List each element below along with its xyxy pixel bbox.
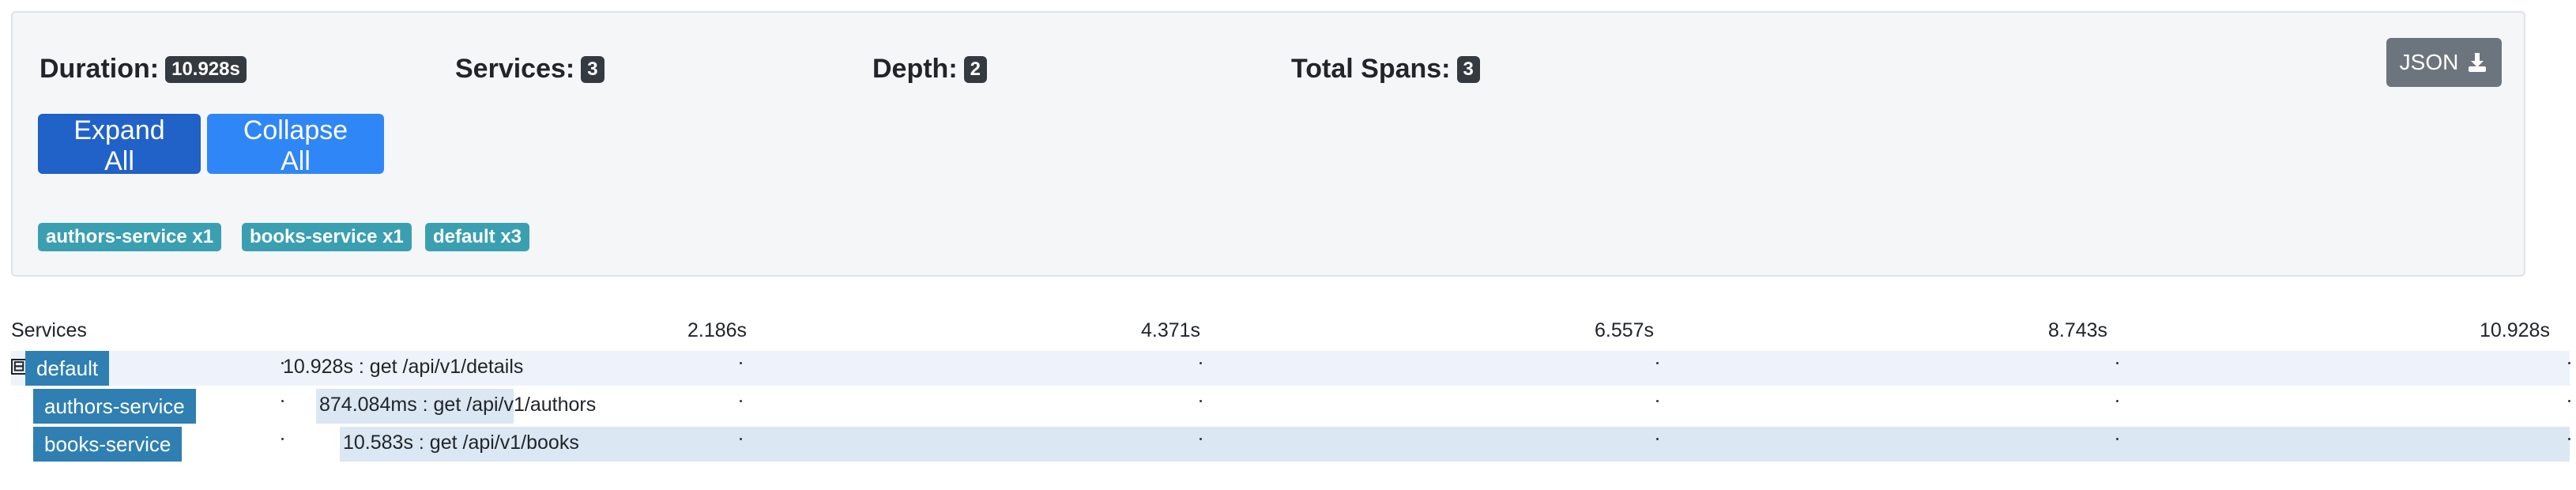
depth-label: Depth: <box>872 54 958 84</box>
tick-label: 2.186s <box>687 319 748 341</box>
json-download-button[interactable]: JSON <box>2386 38 2502 87</box>
total-spans-value: 3 <box>1456 55 1480 83</box>
tick-dot <box>281 400 284 402</box>
duration-stat: Duration: 10.928s <box>40 54 247 85</box>
tick-dot <box>740 438 742 440</box>
span-label[interactable]: 10.583s : get /api/v1/books <box>343 432 579 454</box>
services-label: Services: <box>455 54 575 84</box>
tick-dot <box>281 438 284 440</box>
tick-dot <box>2116 400 2118 402</box>
tick-dot <box>1199 400 1202 402</box>
tick-dot <box>740 362 742 364</box>
service-badge-default: default <box>25 351 110 386</box>
tick-dot <box>1199 362 1202 364</box>
tick-label: 8.743s <box>2048 319 2108 341</box>
depth-value: 2 <box>963 55 988 83</box>
service-tag-default: default x3 <box>425 223 530 251</box>
expand-all-button[interactable]: Expand All <box>38 114 201 176</box>
service-badge-authors-service: authors-service <box>33 389 196 424</box>
total-spans-stat: Total Spans: 3 <box>1291 54 1480 85</box>
collapse-toggle-icon[interactable]: ⊟ <box>11 359 27 375</box>
json-button-label: JSON <box>2399 50 2459 74</box>
duration-label: Duration: <box>40 54 160 84</box>
tick-dot <box>740 400 742 402</box>
service-tag-books: books-service x1 <box>242 223 412 251</box>
duration-value: 10.928s <box>165 55 247 83</box>
collapse-all-button[interactable]: Collapse All <box>207 114 384 176</box>
service-badge-books-service: books-service <box>33 427 183 462</box>
tick-dot <box>1656 438 1659 440</box>
tick-dot <box>2116 438 2118 440</box>
tick-label: 10.928s <box>2480 319 2550 341</box>
download-icon <box>2469 53 2487 72</box>
tick-dot <box>1199 438 1202 440</box>
trace-summary-panel: Duration: 10.928s Services: 3 Depth: 2 T… <box>11 11 2525 277</box>
trace-timeline: Services 2.186s 4.371s 6.557s 8.743s 10.… <box>0 308 2576 490</box>
span-label[interactable]: 874.084ms : get /api/v1/authors <box>319 394 596 416</box>
timeline-services-header: Services <box>11 319 87 341</box>
tick-label: 6.557s <box>1595 319 1655 341</box>
depth-stat: Depth: 2 <box>872 54 988 85</box>
total-spans-label: Total Spans: <box>1291 54 1451 84</box>
tick-dot <box>2116 362 2118 364</box>
service-tag-authors: authors-service x1 <box>38 223 222 251</box>
tick-dot <box>1656 400 1659 402</box>
span-bar-books <box>340 427 2570 462</box>
services-value: 3 <box>581 55 604 83</box>
tick-dot <box>2568 400 2570 402</box>
timeline-row-books-service[interactable]: books-service 10.583s : get /api/v1/book… <box>11 427 2570 462</box>
tick-dot <box>2568 362 2570 364</box>
tick-dot <box>281 362 284 364</box>
timeline-row-authors-service[interactable]: authors-service 874.084ms : get /api/v1/… <box>11 389 2570 424</box>
span-label[interactable]: 10.928s : get /api/v1/details <box>283 356 523 379</box>
services-stat: Services: 3 <box>455 54 604 85</box>
timeline-row-default[interactable]: ⊟ default 10.928s : get /api/v1/details <box>11 351 2570 386</box>
tick-label: 4.371s <box>1141 319 1201 341</box>
tick-dot <box>1656 362 1659 364</box>
tick-dot <box>2568 438 2570 440</box>
